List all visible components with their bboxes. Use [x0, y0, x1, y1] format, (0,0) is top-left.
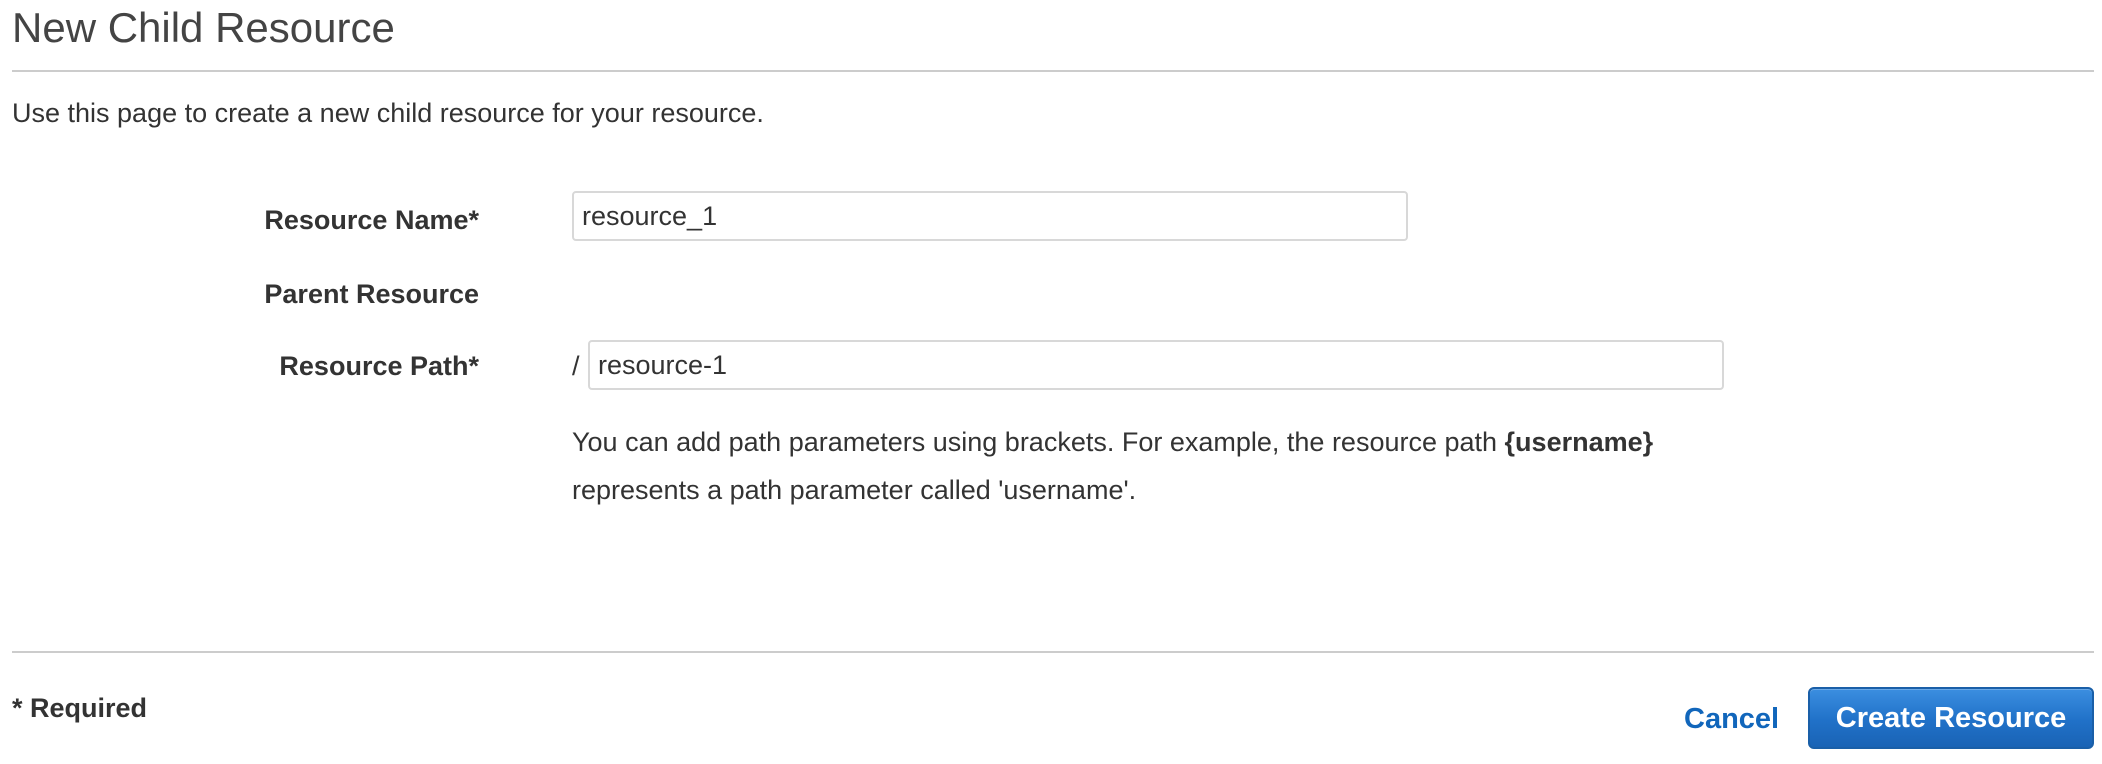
help-text-before: You can add path parameters using bracke… [572, 427, 1505, 457]
create-resource-button[interactable]: Create Resource [1808, 687, 2094, 749]
cancel-button[interactable]: Cancel [1684, 702, 1779, 736]
resource-name-label: Resource Name* [264, 205, 479, 235]
path-parameter-help: You can add path parameters using bracke… [572, 418, 1752, 514]
parent-resource-label: Parent Resource [264, 279, 479, 309]
new-child-resource-page: New Child Resource Use this page to crea… [0, 0, 2102, 764]
page-title: New Child Resource [12, 4, 395, 51]
resource-path-prefix: / [572, 351, 580, 381]
resource-path-input[interactable] [588, 340, 1724, 390]
page-description: Use this page to create a new child reso… [12, 98, 764, 128]
resource-name-input[interactable] [572, 191, 1408, 241]
help-text-after: represents a path parameter called 'user… [572, 475, 1137, 505]
footer-divider [12, 651, 2094, 653]
header-divider [12, 70, 2094, 72]
help-example-parameter: {username} [1504, 427, 1654, 457]
required-note: * Required [12, 693, 148, 723]
resource-path-label: Resource Path* [279, 351, 479, 381]
